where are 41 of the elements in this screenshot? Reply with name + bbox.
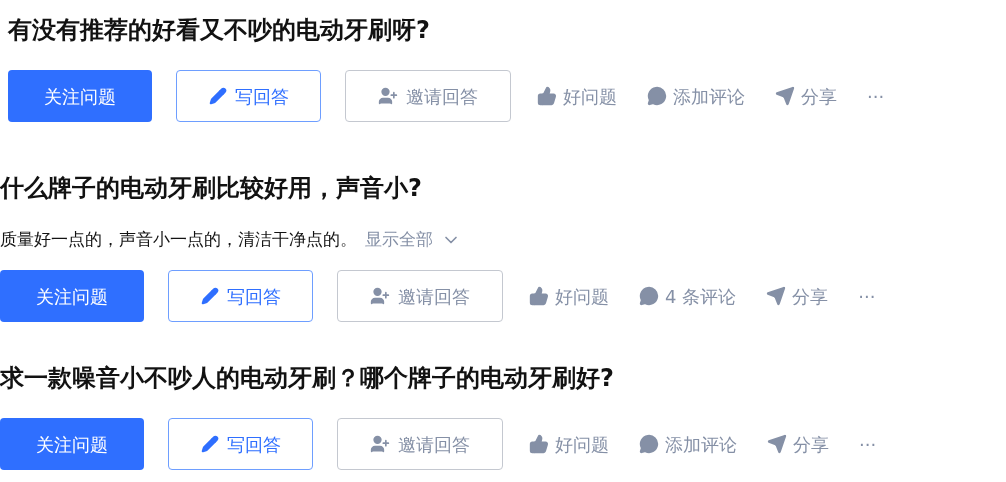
write-answer-button[interactable]: 写回答 (168, 270, 313, 322)
follow-button[interactable]: 关注问题 (0, 418, 144, 470)
question-title[interactable]: 有没有推荐的好看又不吵的电动牙刷呀? (8, 12, 1006, 48)
more-button[interactable]: ··· (867, 82, 885, 110)
invite-answer-button[interactable]: 邀请回答 (345, 70, 511, 122)
follow-button[interactable]: 关注问题 (0, 270, 144, 322)
pencil-icon (200, 435, 219, 453)
follow-button[interactable]: 关注问题 (8, 70, 152, 122)
question-title[interactable]: 什么牌子的电动牙刷比较好用，声音小? (0, 170, 1006, 206)
pencil-icon (200, 287, 219, 305)
write-answer-button[interactable]: 写回答 (176, 70, 321, 122)
add-user-icon (370, 434, 390, 454)
comment-button[interactable]: 4 条评论 (639, 282, 737, 310)
paper-plane-icon (766, 286, 787, 306)
question-title[interactable]: 求一款噪音小不吵人的电动牙刷？哪个牌子的电动牙刷好? (0, 360, 1006, 396)
thumbs-up-icon (529, 286, 549, 306)
comment-icon (647, 86, 667, 106)
question-description: 质量好一点的，声音小一点的，清洁干净点的。 (0, 228, 357, 252)
comment-icon (639, 286, 659, 306)
comment-icon (639, 434, 659, 454)
invite-answer-button[interactable]: 邀请回答 (337, 418, 503, 470)
write-answer-button[interactable]: 写回答 (168, 418, 313, 470)
comment-button[interactable]: 添加评论 (639, 430, 737, 458)
thumbs-up-icon (529, 434, 549, 454)
like-button[interactable]: 好问题 (537, 82, 617, 110)
show-all-link[interactable]: 显示全部 (365, 227, 461, 253)
comment-button[interactable]: 添加评论 (647, 82, 745, 110)
paper-plane-icon (767, 434, 787, 454)
more-button[interactable]: ··· (859, 430, 877, 458)
like-button[interactable]: 好问题 (529, 430, 609, 458)
share-button[interactable]: 分享 (766, 282, 829, 310)
more-button[interactable]: ··· (858, 282, 876, 310)
pencil-icon (208, 87, 227, 105)
share-button[interactable]: 分享 (775, 82, 837, 110)
invite-answer-button[interactable]: 邀请回答 (337, 270, 503, 322)
add-user-icon (370, 286, 390, 306)
share-button[interactable]: 分享 (767, 430, 829, 458)
thumbs-up-icon (537, 86, 557, 106)
add-user-icon (378, 86, 398, 106)
paper-plane-icon (775, 86, 795, 106)
like-button[interactable]: 好问题 (529, 282, 609, 310)
